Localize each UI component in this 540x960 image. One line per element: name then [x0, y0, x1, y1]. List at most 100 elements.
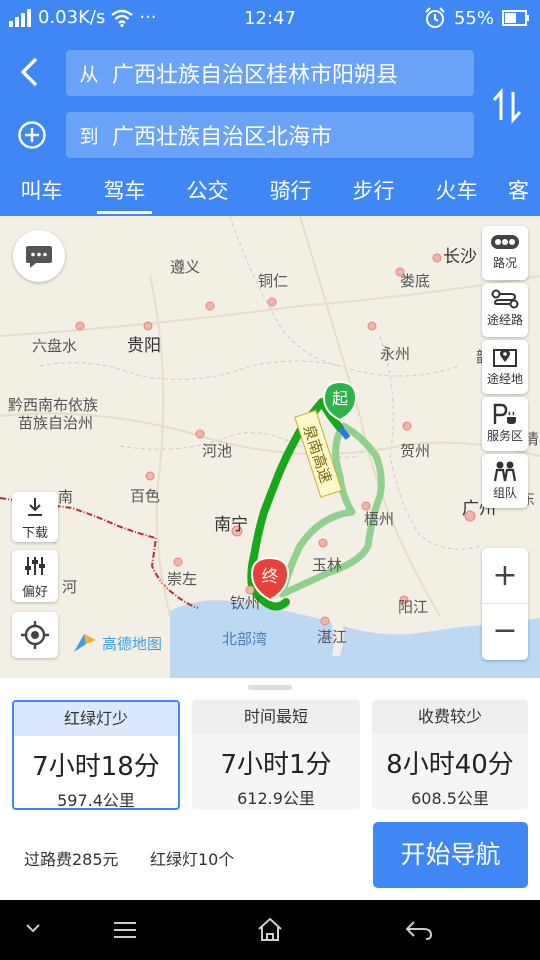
route-option-fewest-lights[interactable]: 红绿灯少 7小时18分 597.4公里	[12, 700, 180, 810]
tab-coach[interactable]: 客	[498, 174, 538, 216]
chat-bubble-icon	[26, 246, 52, 268]
tab-taxi[interactable]: 叫车	[0, 174, 83, 216]
destination-text: 广西壮族自治区北海市	[112, 125, 333, 150]
tab-walk[interactable]: 步行	[332, 174, 415, 216]
swap-icon[interactable]	[490, 86, 524, 126]
preferences-label: 偏好	[21, 585, 48, 600]
city-label: 玉林	[312, 556, 343, 574]
destination-prefix: 到	[79, 125, 99, 148]
team-label: 组队	[492, 486, 517, 500]
city-label: 阳江	[398, 598, 429, 616]
route-option-distance: 597.4公里	[57, 791, 135, 810]
start-navigation-button[interactable]: 开始导航	[373, 822, 528, 888]
transport-tabs: 叫车 驾车 公交 骑行 步行 火车 客	[0, 174, 540, 216]
route-option-title: 红绿灯少	[14, 702, 178, 736]
route-option-distance: 612.9公里	[237, 789, 315, 808]
home-icon[interactable]	[256, 915, 284, 943]
sheet-handle[interactable]	[248, 685, 292, 690]
traffic-label: 路况	[492, 256, 517, 270]
origin-field[interactable]: 从 广西壮族自治区桂林市阳朔县	[66, 50, 474, 96]
route-option-fastest[interactable]: 时间最短 7小时1分 612.9公里	[192, 700, 360, 810]
brand-name: 高德地图	[102, 634, 163, 653]
message-button[interactable]	[13, 230, 65, 282]
tab-drive[interactable]: 驾车	[83, 174, 166, 216]
city-label: 铜仁	[258, 272, 289, 290]
route-option-time: 7小时1分	[220, 750, 332, 780]
download-icon	[28, 498, 42, 516]
city-label: 河池	[202, 442, 233, 460]
traffic-lights-summary: 红绿灯10个	[150, 850, 235, 869]
locate-icon	[21, 621, 49, 649]
city-label: 南	[58, 488, 74, 506]
team-button[interactable]: 组队	[482, 454, 528, 508]
zoom-in-button[interactable]: +	[482, 548, 528, 604]
battery-icon	[502, 10, 529, 26]
city-label: 永州	[380, 345, 411, 363]
back-arrow-icon[interactable]	[14, 54, 44, 90]
traffic-icon	[491, 235, 519, 249]
city-label: 六盘水	[32, 337, 78, 355]
route-option-lower-toll[interactable]: 收费较少 8小时40分 608.5公里	[372, 700, 528, 810]
tab-bike[interactable]: 骑行	[249, 174, 332, 216]
service-area-label: 服务区	[486, 429, 523, 443]
waypoint-road-label: 途经路	[486, 313, 523, 327]
end-marker-label: 终	[262, 567, 279, 587]
traffic-button[interactable]: 路况	[482, 226, 528, 280]
city-label: 遵义	[170, 258, 201, 276]
route-map[interactable]: 泉南高速 起 终 长沙 遵义 铜仁 娄底 贵阳 六盘水 永州 黔西南布依族 苗族…	[0, 216, 540, 678]
service-area-button[interactable]: 服务区	[482, 397, 528, 451]
waypoint-road-button[interactable]: 途经路	[482, 283, 528, 337]
waypoint-place-button[interactable]: 途经地	[482, 340, 528, 394]
route-option-distance: 608.5公里	[411, 789, 489, 808]
waypoint-place-label: 途经地	[486, 372, 523, 386]
city-label: 娄底	[400, 272, 431, 290]
alarm-icon	[425, 7, 445, 28]
route-option-time: 7小时18分	[32, 752, 160, 782]
chevron-down-icon[interactable]	[24, 922, 42, 934]
back-icon[interactable]	[404, 918, 434, 942]
city-label: 苗族自治州	[18, 414, 94, 432]
city-label: 钦州	[230, 594, 261, 612]
waypoint-place-icon	[493, 349, 517, 367]
city-label: 崇左	[167, 570, 198, 588]
sea-label: 北部湾	[222, 630, 268, 648]
city-label: 梧州	[364, 510, 395, 528]
service-area-icon	[493, 403, 516, 424]
start-marker-label: 起	[332, 389, 348, 408]
waypoint-road-icon	[491, 289, 519, 309]
status-bar: 0.03K/s ··· 12:47 55%	[0, 0, 540, 38]
destination-field[interactable]: 到 广西壮族自治区北海市	[66, 112, 474, 158]
download-label: 下载	[21, 526, 48, 541]
sliders-icon	[25, 557, 45, 575]
preferences-button[interactable]: 偏好	[12, 550, 58, 602]
route-options-sheet: 红绿灯少 7小时18分 597.4公里 时间最短 7小时1分 612.9公里 收…	[0, 678, 540, 900]
battery-level: 55%	[453, 7, 494, 29]
route-option-time: 8小时40分	[386, 750, 514, 780]
city-label: 湛江	[317, 628, 348, 646]
route-header: 从 广西壮族自治区桂林市阳朔县 到 广西壮族自治区北海市 叫车 驾车 公交 骑行…	[0, 38, 540, 216]
city-label: 百色	[130, 487, 161, 505]
download-button[interactable]: 下载	[12, 492, 58, 542]
map-tools: 路况 途经路 途经地 服务区 组队	[482, 226, 528, 511]
city-label: 贵阳	[127, 336, 161, 356]
city-label: 河	[62, 578, 78, 596]
zoom-control: + −	[482, 548, 528, 660]
add-waypoint-icon[interactable]	[17, 120, 47, 150]
team-icon	[493, 461, 517, 482]
amap-logo-icon	[74, 634, 96, 652]
system-nav-bar	[0, 900, 540, 960]
tab-bus[interactable]: 公交	[166, 174, 249, 216]
zoom-out-button[interactable]: −	[482, 604, 528, 660]
toll-summary: 过路费285元	[24, 850, 119, 869]
city-label: 南宁	[214, 515, 248, 535]
city-label: 长沙	[443, 247, 477, 267]
origin-prefix: 从	[79, 63, 99, 86]
city-label: 贺州	[400, 442, 431, 460]
brand-logo: 高德地图	[72, 632, 162, 654]
tab-train[interactable]: 火车	[415, 174, 498, 216]
route-option-title: 收费较少	[372, 700, 528, 734]
locate-button[interactable]	[12, 612, 58, 658]
route-option-title: 时间最短	[192, 700, 360, 734]
origin-text: 广西壮族自治区桂林市阳朔县	[112, 63, 399, 88]
menu-icon[interactable]	[112, 920, 138, 940]
